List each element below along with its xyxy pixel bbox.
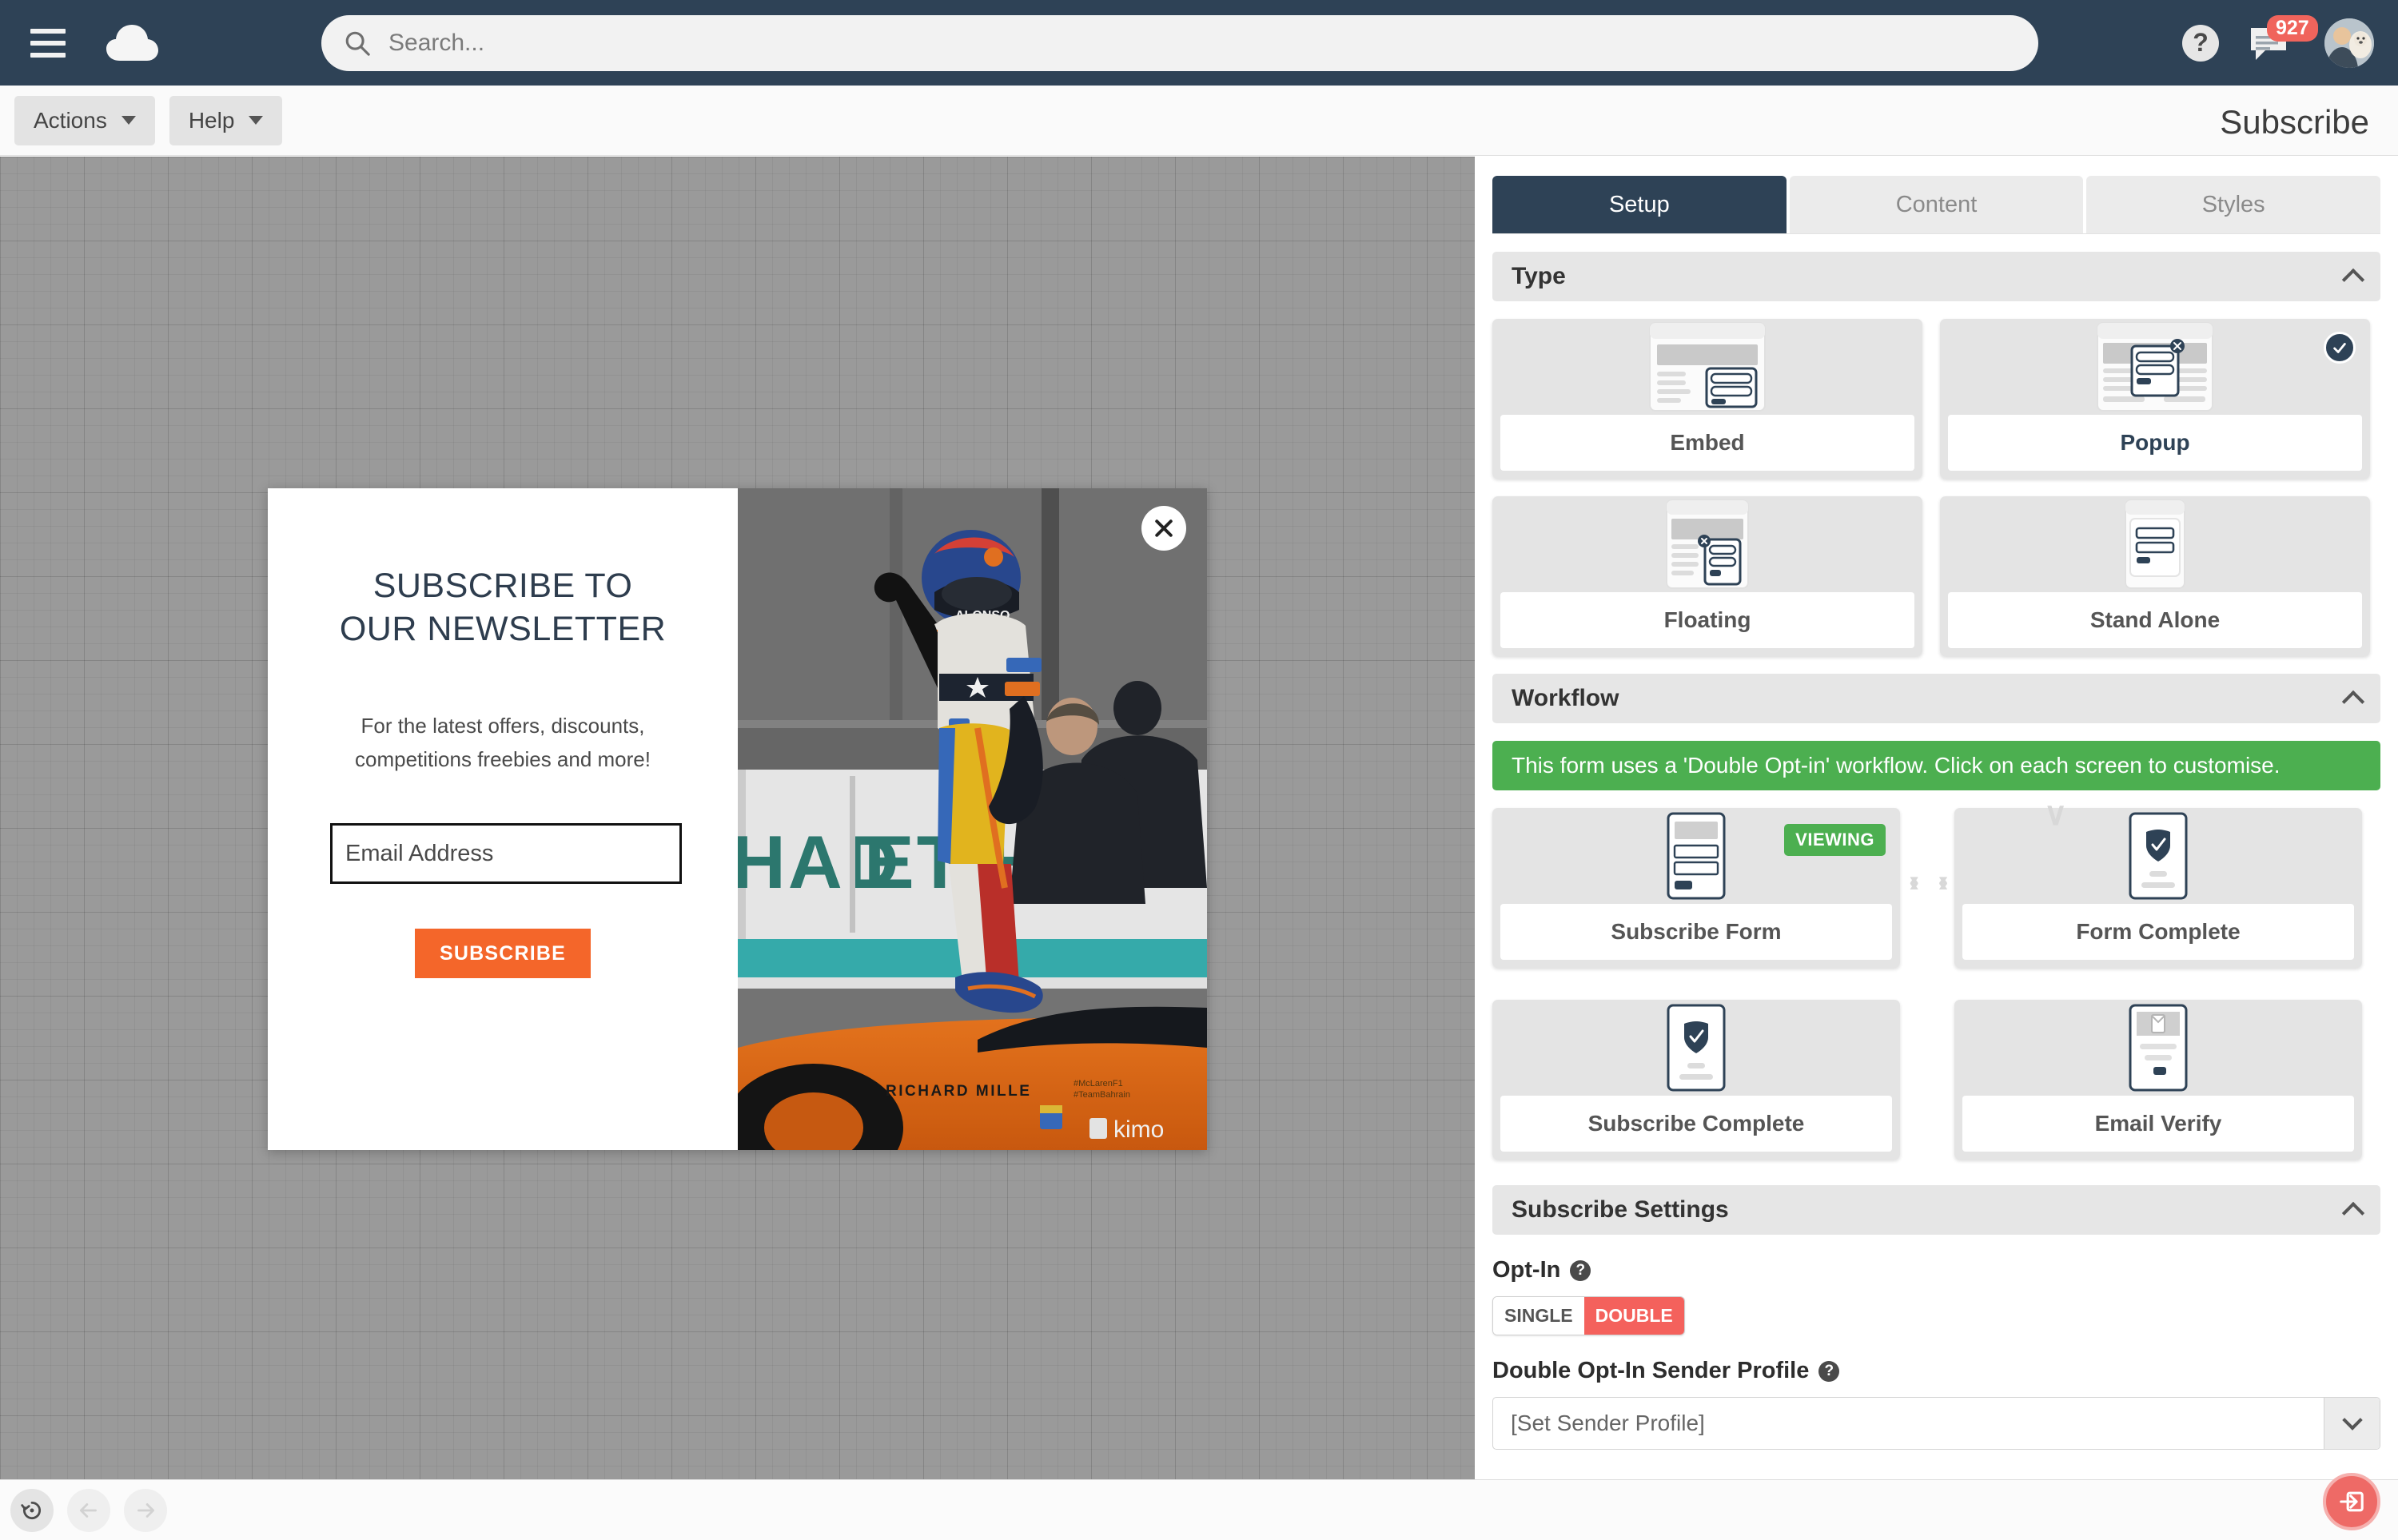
sender-field-label: Double Opt-In Sender Profile ? — [1492, 1358, 2380, 1384]
messages-icon[interactable]: 927 — [2249, 14, 2318, 63]
popup-form-side: SUBSCRIBE TO OUR NEWSLETTER For the late… — [268, 488, 738, 1150]
form-screen-icon — [1492, 808, 1900, 904]
floating-layout-icon — [1492, 496, 1922, 592]
type-label-popup: Popup — [1948, 415, 2362, 471]
section-header-workflow[interactable]: Workflow — [1492, 674, 2380, 723]
section-title-workflow: Workflow — [1512, 685, 1619, 711]
check-screen-icon — [1954, 808, 2362, 904]
workflow-grid: VIEWING Subscribe Form Form Complete › ›… — [1492, 798, 2380, 1160]
sender-label-text: Double Opt-In Sender Profile — [1492, 1358, 1810, 1383]
settings-panel: Setup Content Styles Type Embed Popup Fl… — [1475, 157, 2398, 1479]
question-mark-icon[interactable]: ? — [1818, 1360, 1840, 1382]
tab-styles[interactable]: Styles — [2086, 176, 2381, 233]
nav-right-group: ? 927 — [2182, 0, 2374, 86]
workflow-label-form-complete: Form Complete — [1962, 904, 2354, 960]
type-label-standalone: Stand Alone — [1948, 592, 2362, 648]
search-icon — [345, 31, 370, 56]
reset-history-icon[interactable] — [10, 1488, 54, 1532]
chevron-up-icon[interactable] — [2341, 690, 2365, 714]
arrow-left-icon[interactable] — [67, 1488, 110, 1532]
section-header-type[interactable]: Type — [1492, 252, 2380, 301]
panel-tabs: Setup Content Styles — [1492, 176, 2381, 233]
canvas-footer-toolbar — [0, 1479, 2398, 1540]
popup-image-side: HAD ETIH RIC — [738, 488, 1207, 1150]
sender-profile-value: [Set Sender Profile] — [1511, 1411, 1705, 1435]
type-card-popup[interactable]: Popup — [1940, 319, 2370, 479]
top-navigation-bar: ? 927 — [0, 0, 2398, 86]
chevron-up-icon[interactable] — [2341, 268, 2365, 292]
envelope-screen-icon — [1954, 1000, 2362, 1096]
shield-screen-icon — [1492, 1000, 1900, 1096]
chevron-down-icon — [121, 116, 136, 125]
messages-badge: 927 — [2267, 14, 2318, 42]
optin-field-label: Opt-In ? — [1492, 1257, 2380, 1283]
workflow-banner: This form uses a 'Double Opt-in' workflo… — [1492, 741, 2380, 790]
popup-subtext: For the latest offers, discounts, compet… — [355, 713, 651, 772]
tab-setup[interactable]: Setup — [1492, 176, 1787, 233]
workflow-card-subscribe-complete[interactable]: Subscribe Complete — [1492, 1000, 1900, 1160]
section-header-subscribe-settings[interactable]: Subscribe Settings — [1492, 1185, 2380, 1235]
connector-arrow-left: ‹ ‹ — [1909, 864, 1954, 899]
type-card-floating[interactable]: Floating — [1492, 496, 1922, 656]
popup-email-input[interactable] — [330, 823, 682, 885]
optin-label-text: Opt-In — [1492, 1257, 1561, 1283]
chevron-down-icon[interactable] — [2324, 1398, 2380, 1449]
workflow-card-form-complete[interactable]: Form Complete — [1954, 808, 2362, 968]
exit-arrow-icon[interactable] — [2323, 1473, 2380, 1530]
tab-content[interactable]: Content — [1789, 176, 2084, 233]
search-bar[interactable] — [321, 15, 2038, 71]
type-card-standalone[interactable]: Stand Alone — [1940, 496, 2370, 656]
workflow-card-email-verify[interactable]: Email Verify — [1954, 1000, 2362, 1160]
cloud-logo-icon[interactable] — [104, 22, 160, 64]
standalone-layout-icon — [1940, 496, 2370, 592]
optin-option-single[interactable]: SINGLE — [1493, 1297, 1584, 1335]
workflow-label-subscribe-form: Subscribe Form — [1500, 904, 1892, 960]
optin-option-double[interactable]: DOUBLE — [1583, 1297, 1684, 1335]
help-label: Help — [188, 107, 235, 133]
page-title: Subscribe — [2220, 103, 2369, 141]
tabs-divider — [1492, 233, 2380, 234]
popup-subscribe-button[interactable]: SUBSCRIBE — [415, 929, 591, 979]
workflow-card-subscribe-form[interactable]: VIEWING Subscribe Form — [1492, 808, 1900, 968]
search-input[interactable] — [388, 27, 1947, 59]
hamburger-icon[interactable] — [30, 28, 66, 58]
connector-arrow-down: ∨ — [2044, 797, 2068, 832]
popup-heading: SUBSCRIBE TO OUR NEWSLETTER — [339, 567, 667, 648]
close-icon[interactable] — [1141, 506, 1186, 551]
type-label-embed: Embed — [1500, 415, 1914, 471]
arrow-right-icon[interactable] — [124, 1488, 167, 1532]
sender-profile-select[interactable]: [Set Sender Profile] — [1492, 1397, 2380, 1450]
help-button[interactable]: Help — [169, 95, 283, 145]
type-card-embed[interactable]: Embed — [1492, 319, 1922, 479]
section-title-type: Type — [1512, 263, 1566, 289]
f1-driver-photo: HAD ETIH RIC — [738, 488, 1207, 1150]
embed-layout-icon — [1492, 319, 1922, 415]
type-card-grid: Embed Popup Floating Stand Alone — [1492, 319, 2380, 656]
viewing-badge: VIEWING — [1784, 824, 1886, 856]
chevron-down-icon — [249, 116, 264, 125]
question-mark-icon[interactable]: ? — [1570, 1259, 1591, 1281]
selected-check-icon — [2324, 332, 2356, 364]
workflow-label-email-verify: Email Verify — [1962, 1096, 2354, 1152]
actions-label: Actions — [34, 107, 107, 133]
workflow-label-subscribe-complete: Subscribe Complete — [1500, 1096, 1892, 1152]
workflow-row-2: Subscribe Complete Email Verify ‹ ‹ ∨ — [1492, 798, 2380, 1160]
avatar[interactable] — [2324, 18, 2374, 68]
actions-button[interactable]: Actions — [14, 95, 155, 145]
form-preview-canvas[interactable]: SUBSCRIBE TO OUR NEWSLETTER For the late… — [0, 157, 1475, 1479]
optin-toggle[interactable]: SINGLE DOUBLE — [1492, 1296, 1685, 1335]
secondary-toolbar: Actions Help Subscribe — [0, 86, 2398, 156]
subscribe-popup-preview[interactable]: SUBSCRIBE TO OUR NEWSLETTER For the late… — [268, 488, 1207, 1150]
type-label-floating: Floating — [1500, 592, 1914, 648]
section-title-subscribe-settings: Subscribe Settings — [1512, 1196, 1729, 1223]
chevron-up-icon[interactable] — [2341, 1201, 2365, 1225]
help-icon[interactable]: ? — [2182, 24, 2219, 62]
popup-layout-icon — [1940, 319, 2370, 415]
